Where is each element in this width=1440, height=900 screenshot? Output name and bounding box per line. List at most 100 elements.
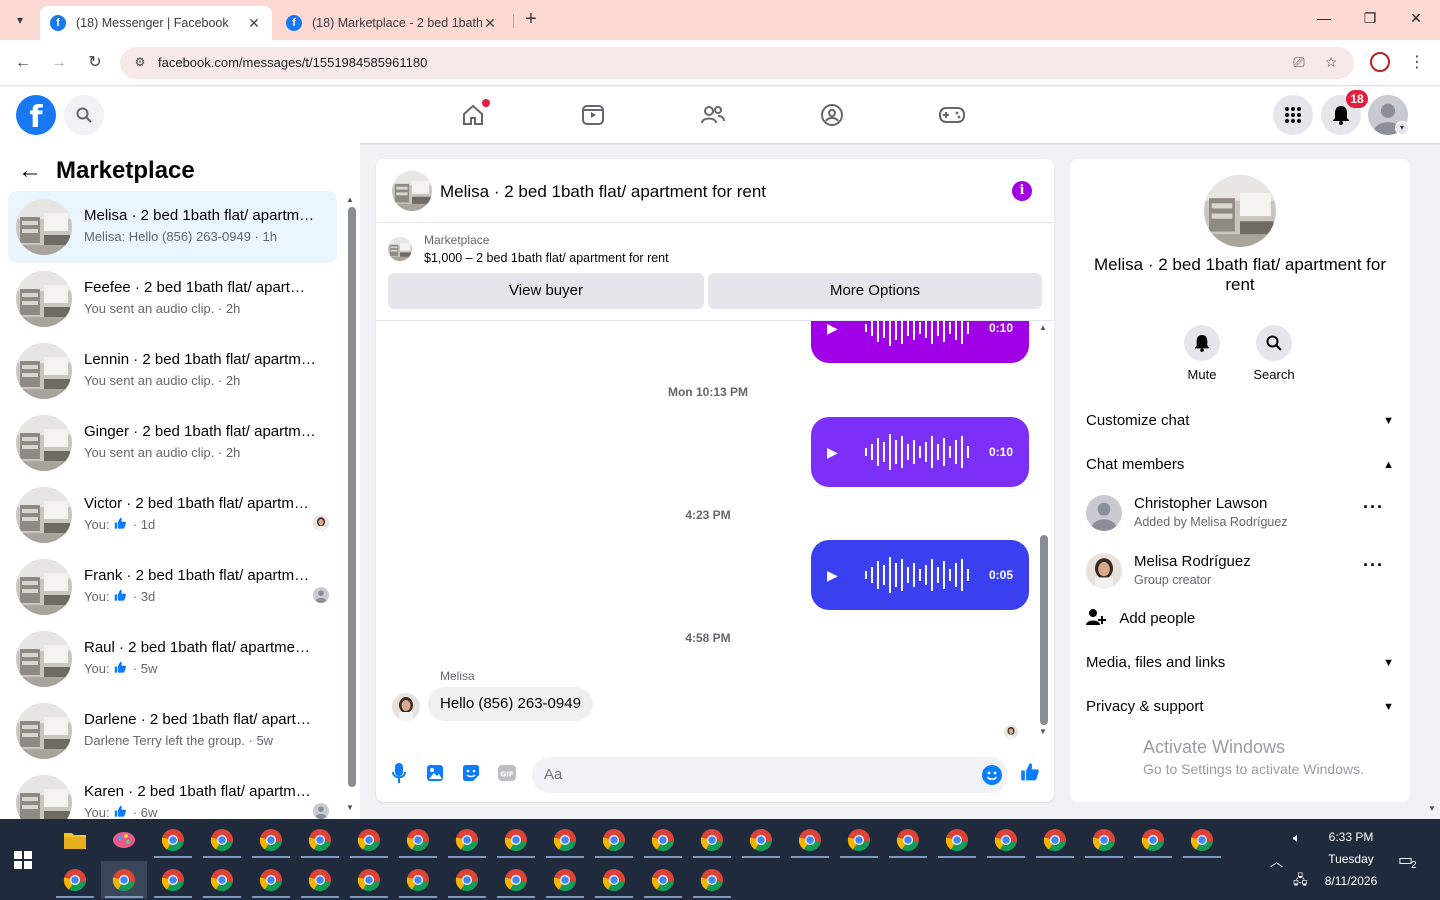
conversation-item[interactable]: Ginger · 2 bed 1bath flat/ apartment for… (8, 407, 337, 479)
clock-day[interactable]: Tuesday (1316, 852, 1386, 866)
chrome-app-icon[interactable] (542, 821, 588, 859)
scrollbar-thumb[interactable] (348, 207, 356, 787)
conversation-item[interactable]: Victor · 2 bed 1bath flat/ apartment for… (8, 479, 337, 551)
chrome-app-icon[interactable] (1032, 821, 1078, 859)
network-icon[interactable]: 🖧︎ (1293, 871, 1308, 893)
chrome-app-icon[interactable] (493, 861, 539, 899)
chat-avatar[interactable] (392, 171, 432, 211)
sender-avatar[interactable] (392, 693, 420, 721)
emoji-icon[interactable] (982, 765, 1002, 785)
audio-message[interactable]: ▶ 0:10 (811, 321, 1029, 363)
incoming-message[interactable]: Hello (856) 263-0949 (428, 687, 593, 721)
listing-description[interactable]: $1,000 – 2 bed 1bath flat/ apartment for… (424, 251, 669, 265)
reload-icon[interactable]: ↻ (84, 52, 106, 74)
chrome-app-icon[interactable] (493, 821, 539, 859)
browser-profile-icon[interactable] (1370, 52, 1390, 72)
restore-icon[interactable]: ❐ (1360, 10, 1380, 27)
thumbs-up-icon[interactable] (1020, 761, 1042, 785)
play-icon[interactable]: ▶ (827, 321, 843, 337)
chat-members-row[interactable]: Chat members ▲ (1086, 447, 1394, 483)
address-bar[interactable]: ⚙ facebook.com/messages/t/15519845859611… (120, 47, 1354, 79)
member-row[interactable]: Melisa Rodríguez Group creator ··· (1086, 549, 1394, 597)
tab-marketplace[interactable]: f (18) Marketplace - 2 bed 1bath ✕ (276, 6, 508, 40)
chrome-app-icon[interactable] (1179, 821, 1225, 859)
volume-icon[interactable]: 🔈︎ (1293, 830, 1301, 846)
facebook-logo-icon[interactable]: f (16, 95, 56, 135)
windows-start-icon[interactable] (14, 851, 32, 869)
scroll-up-icon[interactable]: ▲ (1039, 323, 1047, 332)
scroll-down-icon[interactable]: ▼ (346, 803, 354, 812)
conversation-item[interactable]: Frank · 2 bed 1bath flat/ apartment for … (8, 551, 337, 623)
chrome-app-icon[interactable] (297, 821, 343, 859)
chrome-app-icon[interactable] (591, 821, 637, 859)
scroll-up-icon[interactable]: ▲ (346, 195, 354, 204)
chrome-app-icon[interactable] (395, 861, 441, 899)
chrome-app-icon[interactable] (297, 861, 343, 899)
chrome-app-icon[interactable] (199, 821, 245, 859)
media-files-row[interactable]: Media, files and links ▼ (1086, 645, 1394, 681)
chrome-app-icon[interactable] (150, 821, 196, 859)
scrollbar-thumb[interactable] (1040, 535, 1048, 725)
friends-icon[interactable] (693, 99, 733, 131)
chrome-app-icon[interactable] (248, 861, 294, 899)
conversation-item[interactable]: Lennin · 2 bed 1bath flat/ apartment for… (8, 335, 337, 407)
back-icon[interactable]: ← (12, 52, 34, 74)
chrome-app-icon[interactable] (1081, 821, 1127, 859)
search-icon[interactable] (64, 95, 104, 135)
chrome-app-icon[interactable] (346, 861, 392, 899)
conversation-scrollbar[interactable]: ▲ ▼ (346, 195, 356, 815)
paint-app-icon[interactable] (101, 821, 147, 859)
member-avatar[interactable] (1086, 495, 1122, 531)
chat-title[interactable]: Melisa · 2 bed 1bath flat/ apartment for… (440, 182, 766, 202)
forward-icon[interactable]: → (48, 52, 70, 74)
more-icon[interactable]: ··· (1363, 497, 1384, 518)
clock-time[interactable]: 6:33 PM (1316, 830, 1386, 844)
message-input[interactable] (532, 757, 1008, 793)
tab-search-chevron-icon[interactable]: ▾ (8, 8, 32, 32)
audio-message[interactable]: ▶ 0:10 (811, 417, 1029, 487)
conversation-item[interactable]: Karen · 2 bed 1bath flat/ apartment for … (8, 767, 337, 819)
chrome-app-icon[interactable] (346, 821, 392, 859)
play-icon[interactable]: ▶ (827, 444, 843, 461)
chrome-app-icon[interactable] (836, 821, 882, 859)
chrome-app-icon[interactable] (395, 821, 441, 859)
chrome-app-icon[interactable] (689, 821, 735, 859)
chrome-app-icon[interactable] (444, 821, 490, 859)
chrome-app-icon[interactable] (591, 861, 637, 899)
url-text[interactable]: facebook.com/messages/t/1551984585961180 (158, 55, 427, 70)
reels-icon[interactable] (573, 99, 613, 131)
conversation-item[interactable]: Feefee · 2 bed 1bath flat/ apartment for… (8, 263, 337, 335)
chrome-app-icon[interactable] (150, 861, 196, 899)
browser-menu-icon[interactable]: ⋮ (1408, 52, 1426, 72)
scroll-down-icon[interactable]: ▼ (1039, 727, 1047, 736)
chrome-app-icon[interactable] (101, 861, 147, 899)
chrome-app-icon[interactable] (640, 861, 686, 899)
new-tab-button[interactable]: + (520, 8, 542, 30)
chrome-app-icon[interactable] (1130, 821, 1176, 859)
search-in-chat-button[interactable]: Search (1244, 325, 1304, 382)
chevron-down-icon[interactable]: ▾ (1395, 121, 1409, 135)
gaming-icon[interactable] (932, 99, 972, 131)
more-options-button[interactable]: More Options (708, 273, 1042, 309)
tab-messenger[interactable]: f (18) Messenger | Facebook ✕ (40, 6, 272, 40)
close-window-icon[interactable]: ✕ (1406, 10, 1426, 27)
audio-message[interactable]: ▶ 0:05 (811, 540, 1029, 610)
chrome-app-icon[interactable] (199, 861, 245, 899)
chat-details-avatar[interactable] (1204, 175, 1276, 247)
photo-icon[interactable] (424, 761, 446, 785)
chrome-app-icon[interactable] (934, 821, 980, 859)
chrome-app-icon[interactable] (738, 821, 784, 859)
view-buyer-button[interactable]: View buyer (388, 273, 704, 309)
microphone-icon[interactable] (388, 761, 410, 785)
customize-chat-row[interactable]: Customize chat ▼ (1086, 403, 1394, 439)
site-info-icon[interactable]: ⚙ (132, 55, 148, 71)
back-arrow-icon[interactable]: ← (18, 157, 42, 185)
conversation-item[interactable]: Raul · 2 bed 1bath flat/ apartment for r… (8, 623, 337, 695)
chrome-app-icon[interactable] (787, 821, 833, 859)
sticker-icon[interactable] (460, 761, 482, 785)
info-icon[interactable]: i (1012, 181, 1032, 201)
play-icon[interactable]: ▶ (827, 567, 843, 584)
chrome-app-icon[interactable] (640, 821, 686, 859)
chrome-app-icon[interactable] (52, 861, 98, 899)
privacy-support-row[interactable]: Privacy & support ▼ (1086, 689, 1394, 725)
